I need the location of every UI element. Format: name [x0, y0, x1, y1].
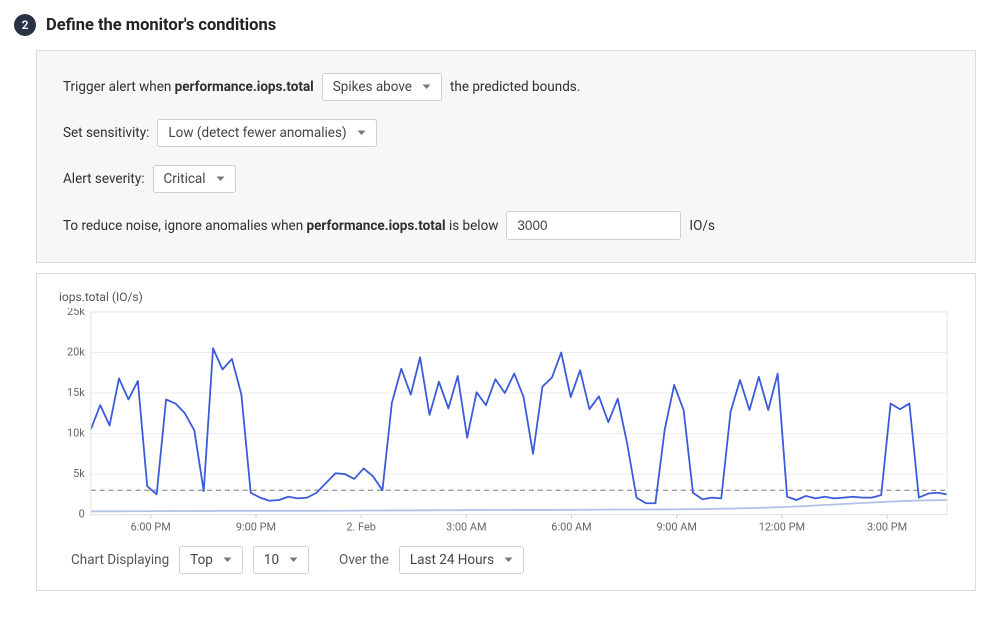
sensitivity-label: Set sensitivity: — [63, 125, 149, 141]
svg-text:15k: 15k — [67, 386, 85, 399]
chart-displaying-label: Chart Displaying — [71, 552, 169, 568]
noise-text: To reduce noise, ignore anomalies when p… — [63, 218, 498, 234]
severity-label: Alert severity: — [63, 171, 145, 187]
svg-text:6:00 PM: 6:00 PM — [131, 520, 171, 533]
svg-text:25k: 25k — [67, 308, 85, 318]
chevron-down-icon — [216, 176, 225, 182]
noise-unit: IO/s — [689, 218, 715, 234]
iops-chart: 0 5k 10k 15k 20k 25k 6:00 PM 9:00 PM 2. Feb 3:00 … — [59, 308, 953, 536]
svg-text:20k: 20k — [67, 345, 85, 358]
trigger-metric: performance.iops.total — [175, 79, 314, 95]
noise-threshold-input[interactable] — [506, 211, 681, 240]
chevron-down-icon — [422, 84, 431, 90]
chart-panel: iops.total (IO/s) 0 5k 10k 15k 20k 25k 6:00 PM… — [36, 273, 976, 591]
conditions-panel: Trigger alert when performance.iops.tota… — [36, 50, 976, 263]
chevron-down-icon — [223, 557, 232, 563]
chart-count-select[interactable]: 10 — [253, 546, 309, 574]
svg-text:9:00 PM: 9:00 PM — [236, 520, 276, 533]
noise-row: To reduce noise, ignore anomalies when p… — [63, 211, 949, 240]
svg-text:5k: 5k — [73, 467, 85, 480]
step-number-badge: 2 — [14, 14, 36, 36]
svg-text:3:00 PM: 3:00 PM — [867, 520, 907, 533]
svg-text:0: 0 — [79, 508, 85, 521]
svg-text:9:00 AM: 9:00 AM — [657, 520, 697, 533]
svg-text:3:00 AM: 3:00 AM — [446, 520, 486, 533]
severity-row: Alert severity: Critical — [63, 165, 949, 193]
noise-metric: performance.iops.total — [307, 218, 446, 234]
chevron-down-icon — [357, 130, 366, 136]
trigger-text: Trigger alert when performance.iops.tota… — [63, 79, 314, 95]
trigger-suffix: the predicted bounds. — [450, 79, 580, 95]
section-title: Define the monitor's conditions — [46, 16, 276, 35]
chart-y-label: iops.total (IO/s) — [59, 290, 953, 304]
trigger-row: Trigger alert when performance.iops.tota… — [63, 73, 949, 101]
chart-controls: Chart Displaying Top 10 Over the Last 24… — [59, 546, 953, 574]
chart-over-label: Over the — [339, 552, 389, 568]
svg-text:2. Feb: 2. Feb — [346, 520, 376, 533]
trigger-operator-select[interactable]: Spikes above — [322, 73, 442, 101]
svg-text:6:00 AM: 6:00 AM — [551, 520, 591, 533]
sensitivity-row: Set sensitivity: Low (detect fewer anoma… — [63, 119, 949, 147]
chevron-down-icon — [289, 557, 298, 563]
chart-range-select[interactable]: Last 24 Hours — [399, 546, 524, 574]
svg-text:10k: 10k — [67, 427, 85, 440]
chevron-down-icon — [504, 557, 513, 563]
sensitivity-select[interactable]: Low (detect fewer anomalies) — [157, 119, 376, 147]
severity-select[interactable]: Critical — [153, 165, 236, 193]
svg-text:12:00 PM: 12:00 PM — [759, 520, 805, 533]
chart-top-select[interactable]: Top — [179, 546, 243, 574]
